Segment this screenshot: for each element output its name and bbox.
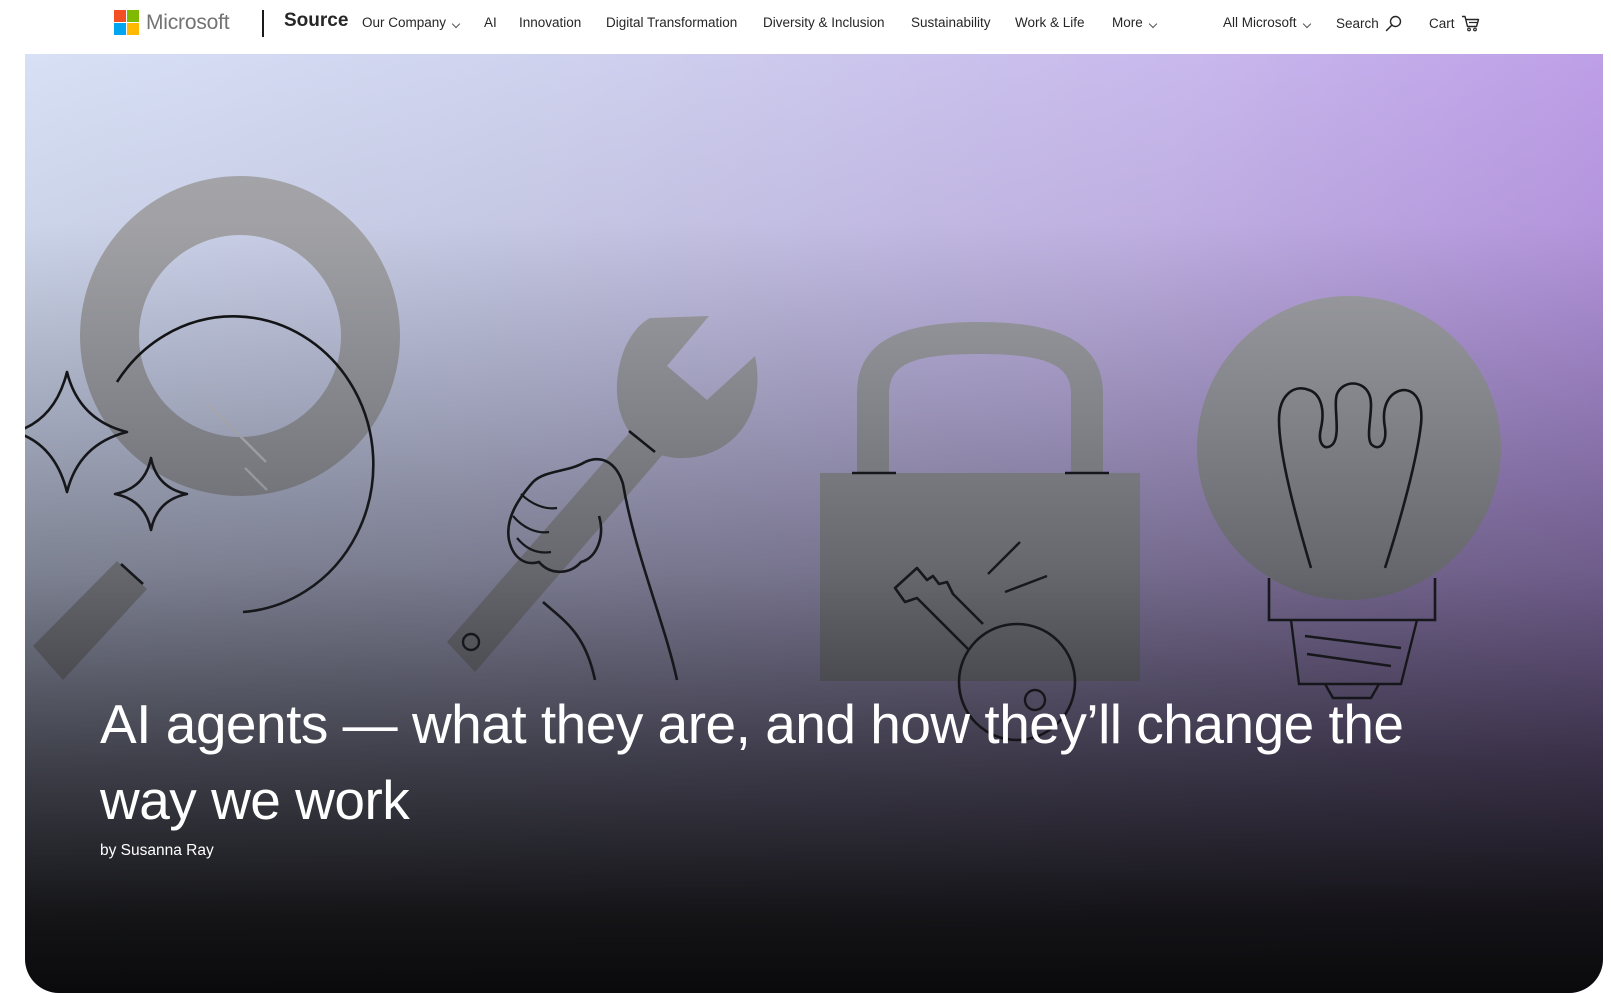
all-microsoft-menu[interactable]: All Microsoft (1223, 15, 1311, 30)
article-title[interactable]: AI agents — what they are, and how they’… (100, 686, 1480, 838)
nav-more[interactable]: More (1112, 15, 1158, 30)
top-navigation: Microsoft Source Our Company AI Innovati… (0, 0, 1611, 50)
microsoft-logo-icon (114, 10, 139, 35)
cart-icon (1461, 15, 1480, 32)
search-icon (1385, 15, 1402, 32)
brand-divider (262, 10, 264, 37)
nav-ai-label: AI (484, 15, 497, 30)
all-microsoft-label: All Microsoft (1223, 15, 1297, 30)
nav-more-label: More (1112, 15, 1143, 30)
nav-our-company[interactable]: Our Company (362, 15, 461, 30)
nav-sustainability-label: Sustainability (911, 15, 991, 30)
chevron-down-icon (1302, 19, 1311, 28)
chevron-down-icon (1148, 19, 1158, 28)
search-label: Search (1336, 16, 1379, 31)
nav-sustainability[interactable]: Sustainability (911, 15, 991, 30)
cart-button[interactable]: Cart (1429, 15, 1480, 32)
search-button[interactable]: Search (1336, 15, 1402, 32)
hero-gradient-overlay (25, 54, 1603, 993)
nav-digital-transformation[interactable]: Digital Transformation (606, 15, 737, 30)
hero-banner[interactable]: AI agents — what they are, and how they’… (25, 54, 1603, 993)
nav-work-life[interactable]: Work & Life (1015, 15, 1085, 30)
cart-label: Cart (1429, 16, 1455, 31)
brand-name: Microsoft (146, 10, 230, 34)
nav-innovation[interactable]: Innovation (519, 15, 581, 30)
nav-digital-transformation-label: Digital Transformation (606, 15, 738, 30)
microsoft-logo-link[interactable]: Microsoft (114, 9, 230, 36)
nav-diversity-inclusion-label: Diversity & Inclusion (763, 15, 885, 30)
nav-our-company-label: Our Company (362, 15, 447, 30)
nav-diversity-inclusion[interactable]: Diversity & Inclusion (763, 15, 885, 30)
nav-ai[interactable]: AI (484, 15, 497, 30)
article-byline: by Susanna Ray (100, 842, 214, 859)
nav-innovation-label: Innovation (519, 15, 582, 30)
nav-work-life-label: Work & Life (1015, 15, 1085, 30)
source-home-link[interactable]: Source (284, 10, 348, 32)
chevron-down-icon (451, 19, 461, 28)
